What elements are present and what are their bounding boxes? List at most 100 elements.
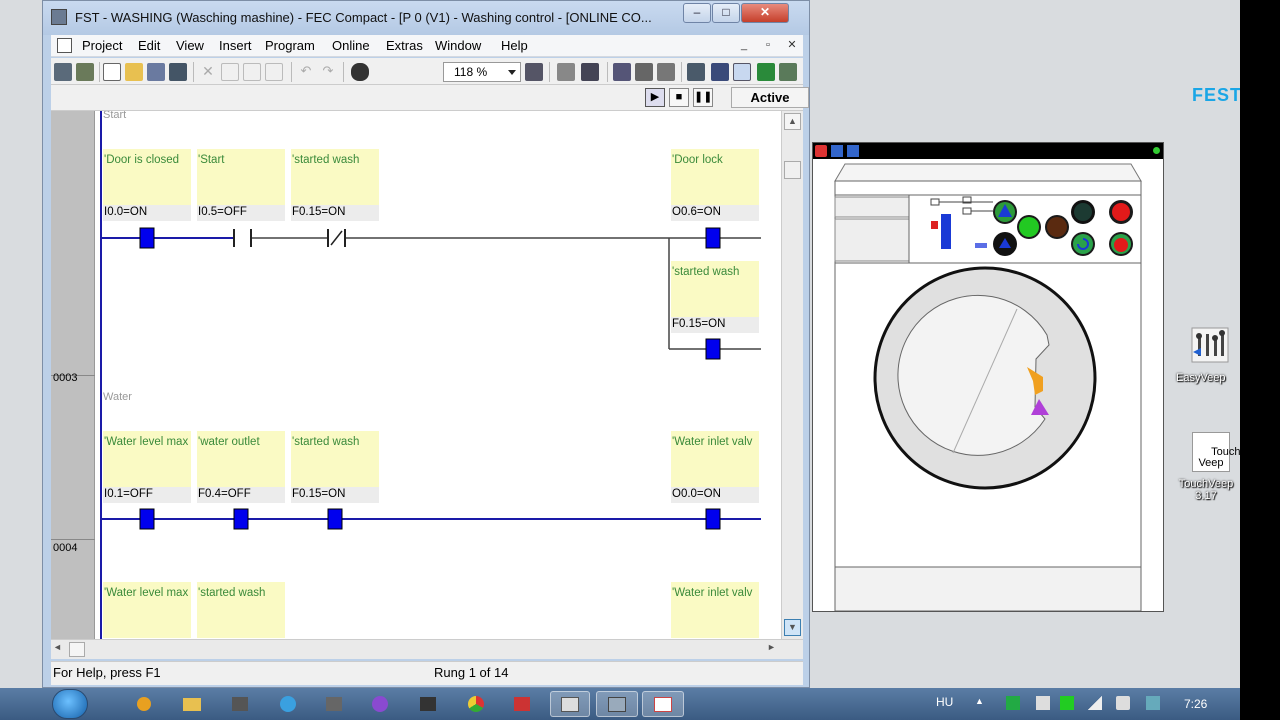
- copy-icon[interactable]: [221, 63, 239, 81]
- touchveep-desktop-icon[interactable]: Touch Veep TouchVeep 3.17: [1176, 432, 1240, 514]
- coil-active[interactable]: [705, 338, 721, 360]
- paste-icon[interactable]: [243, 63, 261, 81]
- touchveep-label: TouchVeep 3.17: [1178, 478, 1234, 502]
- show-hidden-icons[interactable]: ▲: [975, 696, 984, 706]
- new-file-icon[interactable]: [103, 63, 121, 81]
- taskbar-fst-icon[interactable]: [596, 691, 638, 717]
- switch-icon[interactable]: [962, 207, 972, 215]
- coil-active[interactable]: [705, 508, 721, 530]
- mdi-close-button[interactable]: ✕: [783, 37, 801, 54]
- contact-active[interactable]: [233, 508, 249, 530]
- online-icon[interactable]: [711, 63, 729, 81]
- contact-active[interactable]: [139, 508, 155, 530]
- menu-bar: Project Edit View Insert Program Online …: [51, 35, 803, 57]
- contact-active[interactable]: [139, 227, 155, 249]
- coil-address: O0.0=ON: [671, 487, 759, 503]
- taskbar-tool-icon[interactable]: [414, 691, 442, 717]
- coil-active[interactable]: [705, 227, 721, 249]
- level-slider[interactable]: [941, 214, 951, 249]
- horizontal-scrollbar[interactable]: ◄ ►: [51, 639, 803, 659]
- plc-icon[interactable]: [657, 63, 675, 81]
- taskbar-app-icon[interactable]: [226, 691, 254, 717]
- redo-icon[interactable]: ↷: [319, 63, 337, 81]
- open-project-icon[interactable]: [76, 63, 94, 81]
- run-button[interactable]: ▶: [645, 88, 665, 107]
- menu-program[interactable]: Program: [265, 38, 315, 53]
- tray-app-icon[interactable]: [1006, 696, 1020, 710]
- maximize-button[interactable]: □: [712, 3, 740, 23]
- scroll-up-button[interactable]: ▲: [784, 113, 801, 130]
- taskbar-network-icon[interactable]: [508, 691, 536, 717]
- taskbar-ie-icon[interactable]: [274, 691, 302, 717]
- tools-icon[interactable]: [779, 63, 797, 81]
- taskbar-media-icon[interactable]: [130, 691, 158, 717]
- pause-button[interactable]: ❚❚: [693, 88, 713, 107]
- easyveep-desktop-icon[interactable]: EasyVeep: [1176, 326, 1236, 390]
- battery-icon[interactable]: [1146, 696, 1160, 710]
- sim-settings-icon[interactable]: [847, 145, 859, 157]
- save-icon[interactable]: [147, 63, 165, 81]
- menu-online[interactable]: Online: [332, 38, 370, 53]
- download-icon[interactable]: [635, 63, 653, 81]
- menu-window[interactable]: Window: [435, 38, 481, 53]
- document-icon[interactable]: [57, 38, 72, 53]
- contact-negated[interactable]: [327, 229, 346, 247]
- delete-icon[interactable]: [265, 63, 283, 81]
- contact-open[interactable]: [233, 229, 252, 247]
- menu-insert[interactable]: Insert: [219, 38, 252, 53]
- switch-icon[interactable]: [930, 198, 940, 206]
- start-button[interactable]: [52, 689, 88, 719]
- taskbar-easyveep-icon[interactable]: [550, 691, 590, 717]
- language-indicator[interactable]: HU: [936, 695, 953, 709]
- scroll-thumb[interactable]: [69, 642, 85, 657]
- menu-view[interactable]: View: [176, 38, 204, 53]
- compile-icon[interactable]: [613, 63, 631, 81]
- door-window[interactable]: [897, 294, 1050, 456]
- network-signal-icon[interactable]: [1088, 696, 1102, 710]
- print-icon[interactable]: [557, 63, 575, 81]
- open-folder-icon[interactable]: [125, 63, 143, 81]
- desktop: FEST EasyVeep Touch Veep TouchVeep 3.17 …: [0, 0, 1240, 688]
- close-button[interactable]: ✕: [741, 3, 789, 23]
- project-icon[interactable]: [54, 63, 72, 81]
- volume-icon[interactable]: [1116, 696, 1130, 710]
- taskbar-settings-icon[interactable]: [320, 691, 348, 717]
- plc-control-bar: ▶ ■ ❚❚ Active: [51, 85, 809, 111]
- menu-help[interactable]: Help: [501, 38, 528, 53]
- contact-active[interactable]: [327, 508, 343, 530]
- scroll-down-button[interactable]: ▼: [784, 619, 801, 636]
- tray-app-icon[interactable]: [1060, 696, 1074, 710]
- menu-extras[interactable]: Extras: [386, 38, 423, 53]
- undo-icon[interactable]: ↶: [297, 63, 315, 81]
- clock[interactable]: 7:26: [1184, 697, 1207, 711]
- mdi-restore-button[interactable]: ▫: [759, 37, 777, 54]
- scroll-thumb[interactable]: [784, 161, 801, 179]
- zoom-select[interactable]: 118 %: [443, 62, 521, 82]
- menu-project[interactable]: Project: [82, 38, 122, 53]
- context-help-icon[interactable]: [581, 63, 599, 81]
- save-all-icon[interactable]: [169, 63, 187, 81]
- tray-flag-icon[interactable]: [1036, 696, 1050, 710]
- cut-icon[interactable]: ✕: [199, 63, 217, 81]
- ladder-editor[interactable]: 0003 0004 Start Water 'Door is closed I0…: [51, 111, 803, 639]
- taskbar-explorer-icon[interactable]: [178, 691, 206, 717]
- minimize-button[interactable]: –: [683, 3, 711, 23]
- rung-indicator: Rung 1 of 14: [434, 665, 509, 680]
- menu-edit[interactable]: Edit: [138, 38, 160, 53]
- zoom-icon[interactable]: [525, 63, 543, 81]
- scroll-left-button[interactable]: ◄: [53, 642, 67, 657]
- taskbar-touchveep-icon[interactable]: [642, 691, 684, 717]
- sim-window-icon[interactable]: [831, 145, 843, 157]
- online-display-icon[interactable]: [733, 63, 751, 81]
- stop-button[interactable]: ■: [669, 88, 689, 107]
- taskbar-chrome-icon[interactable]: [462, 691, 490, 717]
- detergent-drawer: [834, 196, 910, 218]
- scroll-right-button[interactable]: ►: [767, 642, 781, 657]
- taskbar-viber-icon[interactable]: [366, 691, 394, 717]
- find-icon[interactable]: [351, 63, 369, 81]
- io-icon[interactable]: [757, 63, 775, 81]
- mdi-minimize-button[interactable]: _: [735, 37, 753, 54]
- vertical-scrollbar[interactable]: ▲ ▼: [781, 111, 803, 639]
- plc-status-label: Active: [731, 87, 809, 108]
- network-icon[interactable]: [687, 63, 705, 81]
